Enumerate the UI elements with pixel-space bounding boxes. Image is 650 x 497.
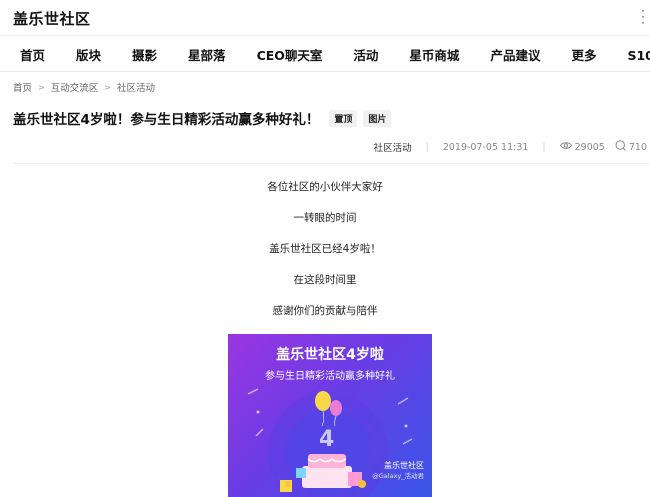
nav-item-photography[interactable]: 摄影 — [132, 45, 157, 64]
nav-item-s10[interactable]: S10专题 — [627, 45, 650, 64]
banner-subtitle: 参与生日精彩活动赢多种好礼 — [265, 371, 395, 382]
comment-icon — [615, 140, 626, 154]
post-title: 盖乐世社区4岁啦！参与生日精彩活动赢多种好礼！ — [13, 112, 320, 128]
banner-brand: 盖乐世社区 @Galaxy_活动君 — [372, 461, 424, 481]
eye-icon — [559, 141, 572, 153]
view-count: 29005 — [574, 141, 605, 153]
content-paragraph: 一转眼的时间 — [293, 212, 357, 224]
nav-item-suggestions[interactable]: 产品建议 — [490, 45, 540, 64]
content-paragraph: 各位社区的小伙伴大家好 — [267, 181, 383, 193]
site-logo[interactable]: 盖乐世社区 — [13, 8, 91, 29]
post-meta: 社区活动 | 2019-07-05 11:31 | 29005 710 — [374, 140, 647, 154]
content-paragraph: 在这段时间里 — [293, 274, 357, 286]
nav-list: 首页 版块 摄影 星部落 CEO聊天室 活动 星币商城 产品建议 更多 S10专… — [0, 36, 650, 72]
tag-image: 图片 — [363, 109, 392, 127]
nav-item-tribe[interactable]: 星部落 — [188, 45, 226, 64]
chevron-right-icon: > — [38, 82, 45, 92]
content-paragraph: 盖乐世社区已经4岁啦！ — [269, 243, 381, 255]
content-paragraph: 感谢你们的贡献与陪伴 — [272, 305, 378, 317]
post-category[interactable]: 社区活动 — [374, 140, 412, 154]
cake-number: 4 — [319, 427, 335, 452]
main-nav: 首页 版块 摄影 星部落 CEO聊天室 活动 星币商城 产品建议 更多 S10专… — [0, 36, 650, 72]
breadcrumb-home[interactable]: 首页 — [13, 80, 32, 94]
banner-brand-handle: @Galaxy_活动君 — [372, 472, 424, 480]
post-datetime: 2019-07-05 11:31 — [442, 141, 529, 153]
breadcrumb-interaction-zone[interactable]: 互动交流区 — [51, 80, 99, 94]
banner-title: 盖乐世社区4岁啦 — [276, 347, 384, 363]
nav-item-more[interactable]: 更多 — [571, 45, 596, 64]
post-content: 各位社区的小伙伴大家好 一转眼的时间 盖乐世社区已经4岁啦！ 在这段时间里 感谢… — [0, 180, 650, 335]
meta-divider: | — [425, 141, 429, 153]
comment-count: 710 — [628, 141, 647, 153]
banner-brand-name: 盖乐世社区 — [384, 461, 424, 470]
chevron-right-icon: > — [104, 82, 111, 92]
nav-item-ceo-chat[interactable]: CEO聊天室 — [257, 45, 323, 64]
nav-item-store[interactable]: 星币商城 — [409, 45, 459, 64]
post-title-row: 盖乐世社区4岁啦！参与生日精彩活动赢多种好礼！ 置顶 图片 — [13, 108, 392, 128]
nav-item-events[interactable]: 活动 — [353, 45, 378, 64]
nav-item-home[interactable]: 首页 — [20, 45, 45, 64]
title-divider — [13, 163, 650, 164]
top-bar: 盖乐世社区 · · · — [0, 0, 650, 36]
more-menu-icon[interactable]: · · · — [640, 5, 646, 29]
meta-divider: | — [542, 141, 546, 153]
breadcrumb: 首页 > 互动交流区 > 社区活动 — [13, 80, 155, 95]
tag-pinned: 置顶 — [329, 109, 358, 127]
breadcrumb-community-events[interactable]: 社区活动 — [117, 80, 155, 94]
anniversary-banner-image[interactable]: 盖乐世社区4岁啦 参与生日精彩活动赢多种好礼 4 盖乐世社区 @Galaxy_活… — [228, 334, 432, 497]
nav-item-boards[interactable]: 版块 — [76, 45, 101, 64]
